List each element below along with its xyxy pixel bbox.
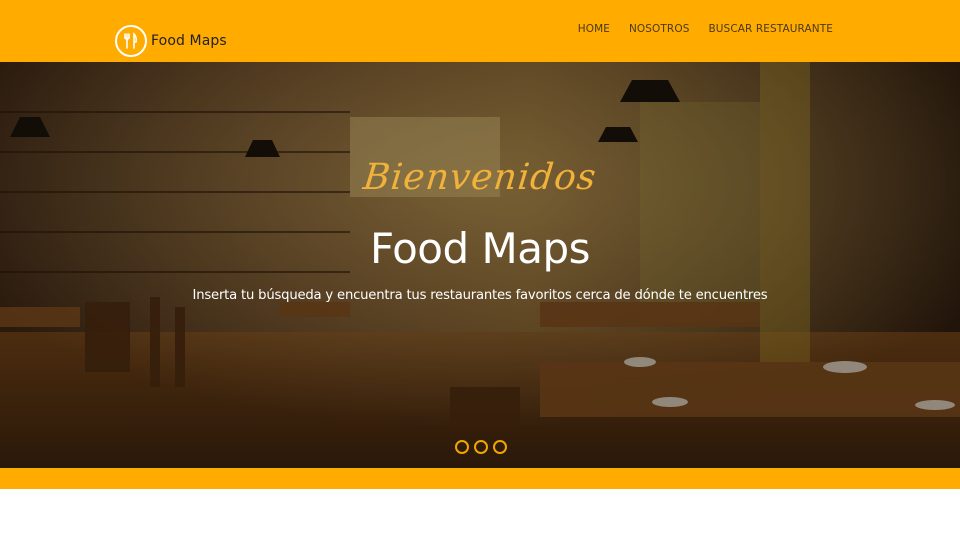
nav-nosotros[interactable]: NOSOTROS — [629, 23, 690, 35]
hero-title: Food Maps — [369, 224, 591, 273]
hero-carousel: Bienvenidos Food Maps Inserta tu búsqued… — [0, 62, 960, 468]
brand-link[interactable]: Food Maps — [115, 23, 227, 59]
accent-strip — [0, 468, 960, 489]
site-header: Food Maps HOME NOSOTROS BUSCAR RESTAURAN… — [0, 0, 960, 62]
brand-name: Food Maps — [151, 33, 227, 49]
fork-knife-icon — [115, 25, 147, 57]
hero-subtitle: Inserta tu búsqueda y encuentra tus rest… — [192, 288, 768, 303]
nav-home[interactable]: HOME — [578, 23, 610, 35]
main-nav: HOME NOSOTROS BUSCAR RESTAURANTE — [578, 23, 833, 35]
carousel-dot-3[interactable] — [493, 440, 507, 454]
carousel-dot-2[interactable] — [474, 440, 488, 454]
nav-buscar-restaurante[interactable]: BUSCAR RESTAURANTE — [708, 23, 833, 35]
carousel-dot-1[interactable] — [455, 440, 469, 454]
hero-welcome: Bienvenidos — [361, 157, 599, 198]
carousel-indicators — [455, 440, 507, 454]
